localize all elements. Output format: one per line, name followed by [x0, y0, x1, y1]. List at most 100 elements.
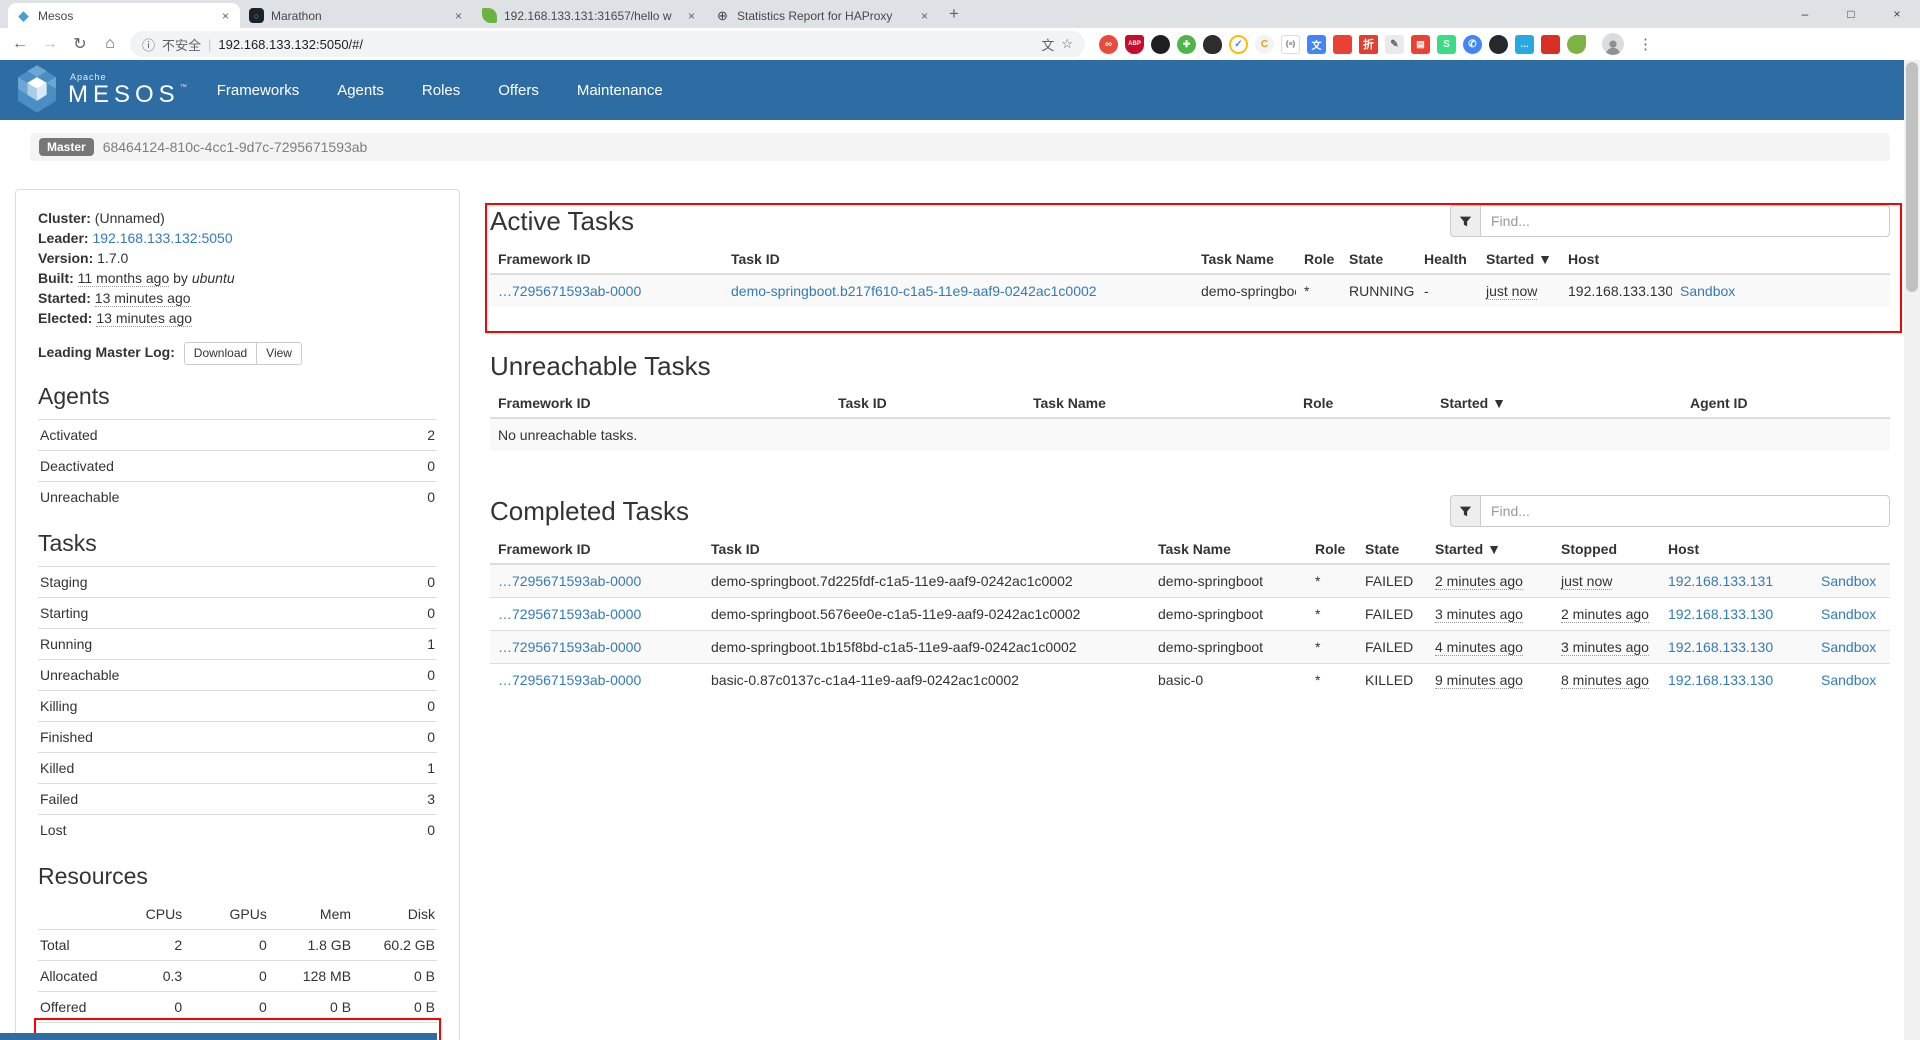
active-find-input[interactable] [1480, 205, 1890, 237]
column-header[interactable]: Framework ID [490, 389, 830, 418]
completed-find-input[interactable] [1480, 495, 1890, 527]
tab-close-icon[interactable]: × [452, 9, 465, 23]
browser-tab[interactable]: ○ Marathon × [241, 3, 473, 28]
extension-icon[interactable]: 文 [1307, 35, 1326, 54]
brand-block[interactable]: Apache MESOS ™ [68, 72, 187, 107]
extension-icon[interactable] [1489, 35, 1508, 54]
column-header[interactable]: Role [1307, 535, 1357, 564]
extension-icon[interactable]: ▤ [1411, 35, 1430, 54]
extension-icon[interactable] [1567, 35, 1586, 54]
page-scrollbar[interactable] [1904, 60, 1920, 1040]
nav-item[interactable]: Agents [337, 82, 384, 99]
reload-button[interactable]: ↻ [66, 31, 94, 57]
column-header[interactable]: Task Name [1025, 389, 1295, 418]
column-header[interactable] [1672, 245, 1890, 274]
column-header[interactable]: Framework ID [490, 535, 703, 564]
info-icon[interactable]: ⓘ [142, 35, 155, 54]
url-text[interactable]: 192.168.133.132:5050/#/ [218, 37, 363, 52]
extension-icon[interactable]: S [1437, 35, 1456, 54]
log-button[interactable]: View [256, 342, 302, 365]
column-header[interactable]: Task Name [1193, 245, 1296, 274]
tab-close-icon[interactable]: × [918, 9, 931, 23]
sandbox-link[interactable]: Sandbox [1821, 639, 1876, 655]
column-header[interactable]: Host [1660, 535, 1813, 564]
back-button[interactable]: ← [6, 31, 34, 57]
extension-icon[interactable] [1203, 35, 1222, 54]
extension-icon[interactable]: ✎ [1385, 35, 1404, 54]
mesos-logo-icon[interactable] [15, 65, 59, 116]
tab-title: Marathon [271, 9, 445, 23]
sandbox-link[interactable]: Sandbox [1680, 283, 1735, 299]
browser-tab[interactable]: ◆ Mesos × [8, 3, 240, 28]
column-header[interactable]: Agent ID [1682, 389, 1890, 418]
column-header[interactable]: Role [1296, 245, 1341, 274]
profile-avatar[interactable] [1602, 33, 1624, 55]
extension-icon[interactable]: ∞ [1099, 35, 1118, 54]
framework-id-link[interactable]: …7295671593ab-0000 [498, 283, 641, 299]
column-header[interactable]: Stopped [1553, 535, 1660, 564]
column-header[interactable]: State [1341, 245, 1416, 274]
framework-id-link[interactable]: …7295671593ab-0000 [498, 573, 641, 589]
home-button[interactable]: ⌂ [96, 31, 124, 57]
task-role: * [1296, 274, 1341, 307]
tasks-row-value: 0 [388, 721, 437, 752]
column-header[interactable]: Task ID [723, 245, 1193, 274]
column-header[interactable]: Started ▼ [1478, 245, 1560, 274]
sandbox-link[interactable]: Sandbox [1821, 606, 1876, 622]
nav-item[interactable]: Offers [498, 82, 539, 99]
host-link[interactable]: 192.168.133.130 [1668, 606, 1773, 622]
extension-icon[interactable] [1541, 35, 1560, 54]
browser-tab[interactable]: 192.168.133.131:31657/hello w × [474, 3, 706, 28]
column-header[interactable] [1813, 535, 1890, 564]
column-header[interactable]: Framework ID [490, 245, 723, 274]
empty-message: No unreachable tasks. [490, 418, 1890, 451]
column-header[interactable]: Host [1560, 245, 1672, 274]
host-link[interactable]: 192.168.133.130 [1668, 639, 1773, 655]
leader-link[interactable]: 192.168.133.132:5050 [92, 230, 232, 246]
framework-id-link[interactable]: …7295671593ab-0000 [498, 639, 641, 655]
task-id-link[interactable]: demo-springboot.b217f610-c1a5-11e9-aaf9-… [731, 283, 1097, 299]
column-header[interactable]: Task ID [703, 535, 1150, 564]
framework-id-link[interactable]: …7295671593ab-0000 [498, 606, 641, 622]
address-bar[interactable]: ⓘ 不安全 | 192.168.133.132:5050/#/ 文 ☆ [130, 31, 1085, 57]
extension-icon[interactable]: C [1255, 35, 1274, 54]
translate-icon[interactable]: 文 [1041, 35, 1054, 54]
extension-icon[interactable]: {≡} [1281, 35, 1300, 54]
new-tab-button[interactable]: + [949, 4, 959, 24]
scrollbar-thumb[interactable] [1906, 62, 1918, 292]
nav-item[interactable]: Maintenance [577, 82, 663, 99]
extension-icon[interactable] [1333, 35, 1352, 54]
nav-item[interactable]: Roles [422, 82, 460, 99]
extension-icon[interactable]: ✚ [1177, 35, 1196, 54]
column-header[interactable]: Health [1416, 245, 1478, 274]
extension-icon[interactable]: 折 [1359, 35, 1378, 54]
host-link[interactable]: 192.168.133.130 [1668, 672, 1773, 688]
browser-tab[interactable]: ⊕ Statistics Report for HAProxy × [707, 3, 939, 28]
column-header[interactable]: Started ▼ [1427, 535, 1553, 564]
extension-icon[interactable] [1151, 35, 1170, 54]
column-header[interactable]: Task Name [1150, 535, 1307, 564]
bookmark-star-icon[interactable]: ☆ [1061, 36, 1073, 52]
tab-close-icon[interactable]: × [219, 9, 232, 23]
window-close-button[interactable]: × [1874, 7, 1920, 21]
maximize-button[interactable]: □ [1828, 7, 1874, 21]
sandbox-link[interactable]: Sandbox [1821, 573, 1876, 589]
forward-button[interactable]: → [36, 31, 64, 57]
column-header[interactable]: Started ▼ [1432, 389, 1682, 418]
column-header[interactable]: State [1357, 535, 1427, 564]
extension-icon[interactable]: ABP [1125, 35, 1144, 54]
tab-close-icon[interactable]: × [685, 9, 698, 23]
extension-icon[interactable]: ✆ [1463, 35, 1482, 54]
extension-icon[interactable]: ✓ [1229, 35, 1248, 54]
framework-id-link[interactable]: …7295671593ab-0000 [498, 672, 641, 688]
nav-item[interactable]: Frameworks [217, 82, 300, 99]
log-button[interactable]: Download [184, 342, 257, 365]
sandbox-link[interactable]: Sandbox [1821, 672, 1876, 688]
column-header[interactable]: Role [1295, 389, 1432, 418]
minimize-button[interactable]: – [1782, 7, 1828, 21]
agents-row-label: Activated [38, 419, 388, 450]
browser-menu-icon[interactable]: ⋮ [1638, 35, 1653, 53]
column-header[interactable]: Task ID [830, 389, 1025, 418]
extension-icon[interactable]: … [1515, 35, 1534, 54]
host-link[interactable]: 192.168.133.131 [1668, 573, 1773, 589]
